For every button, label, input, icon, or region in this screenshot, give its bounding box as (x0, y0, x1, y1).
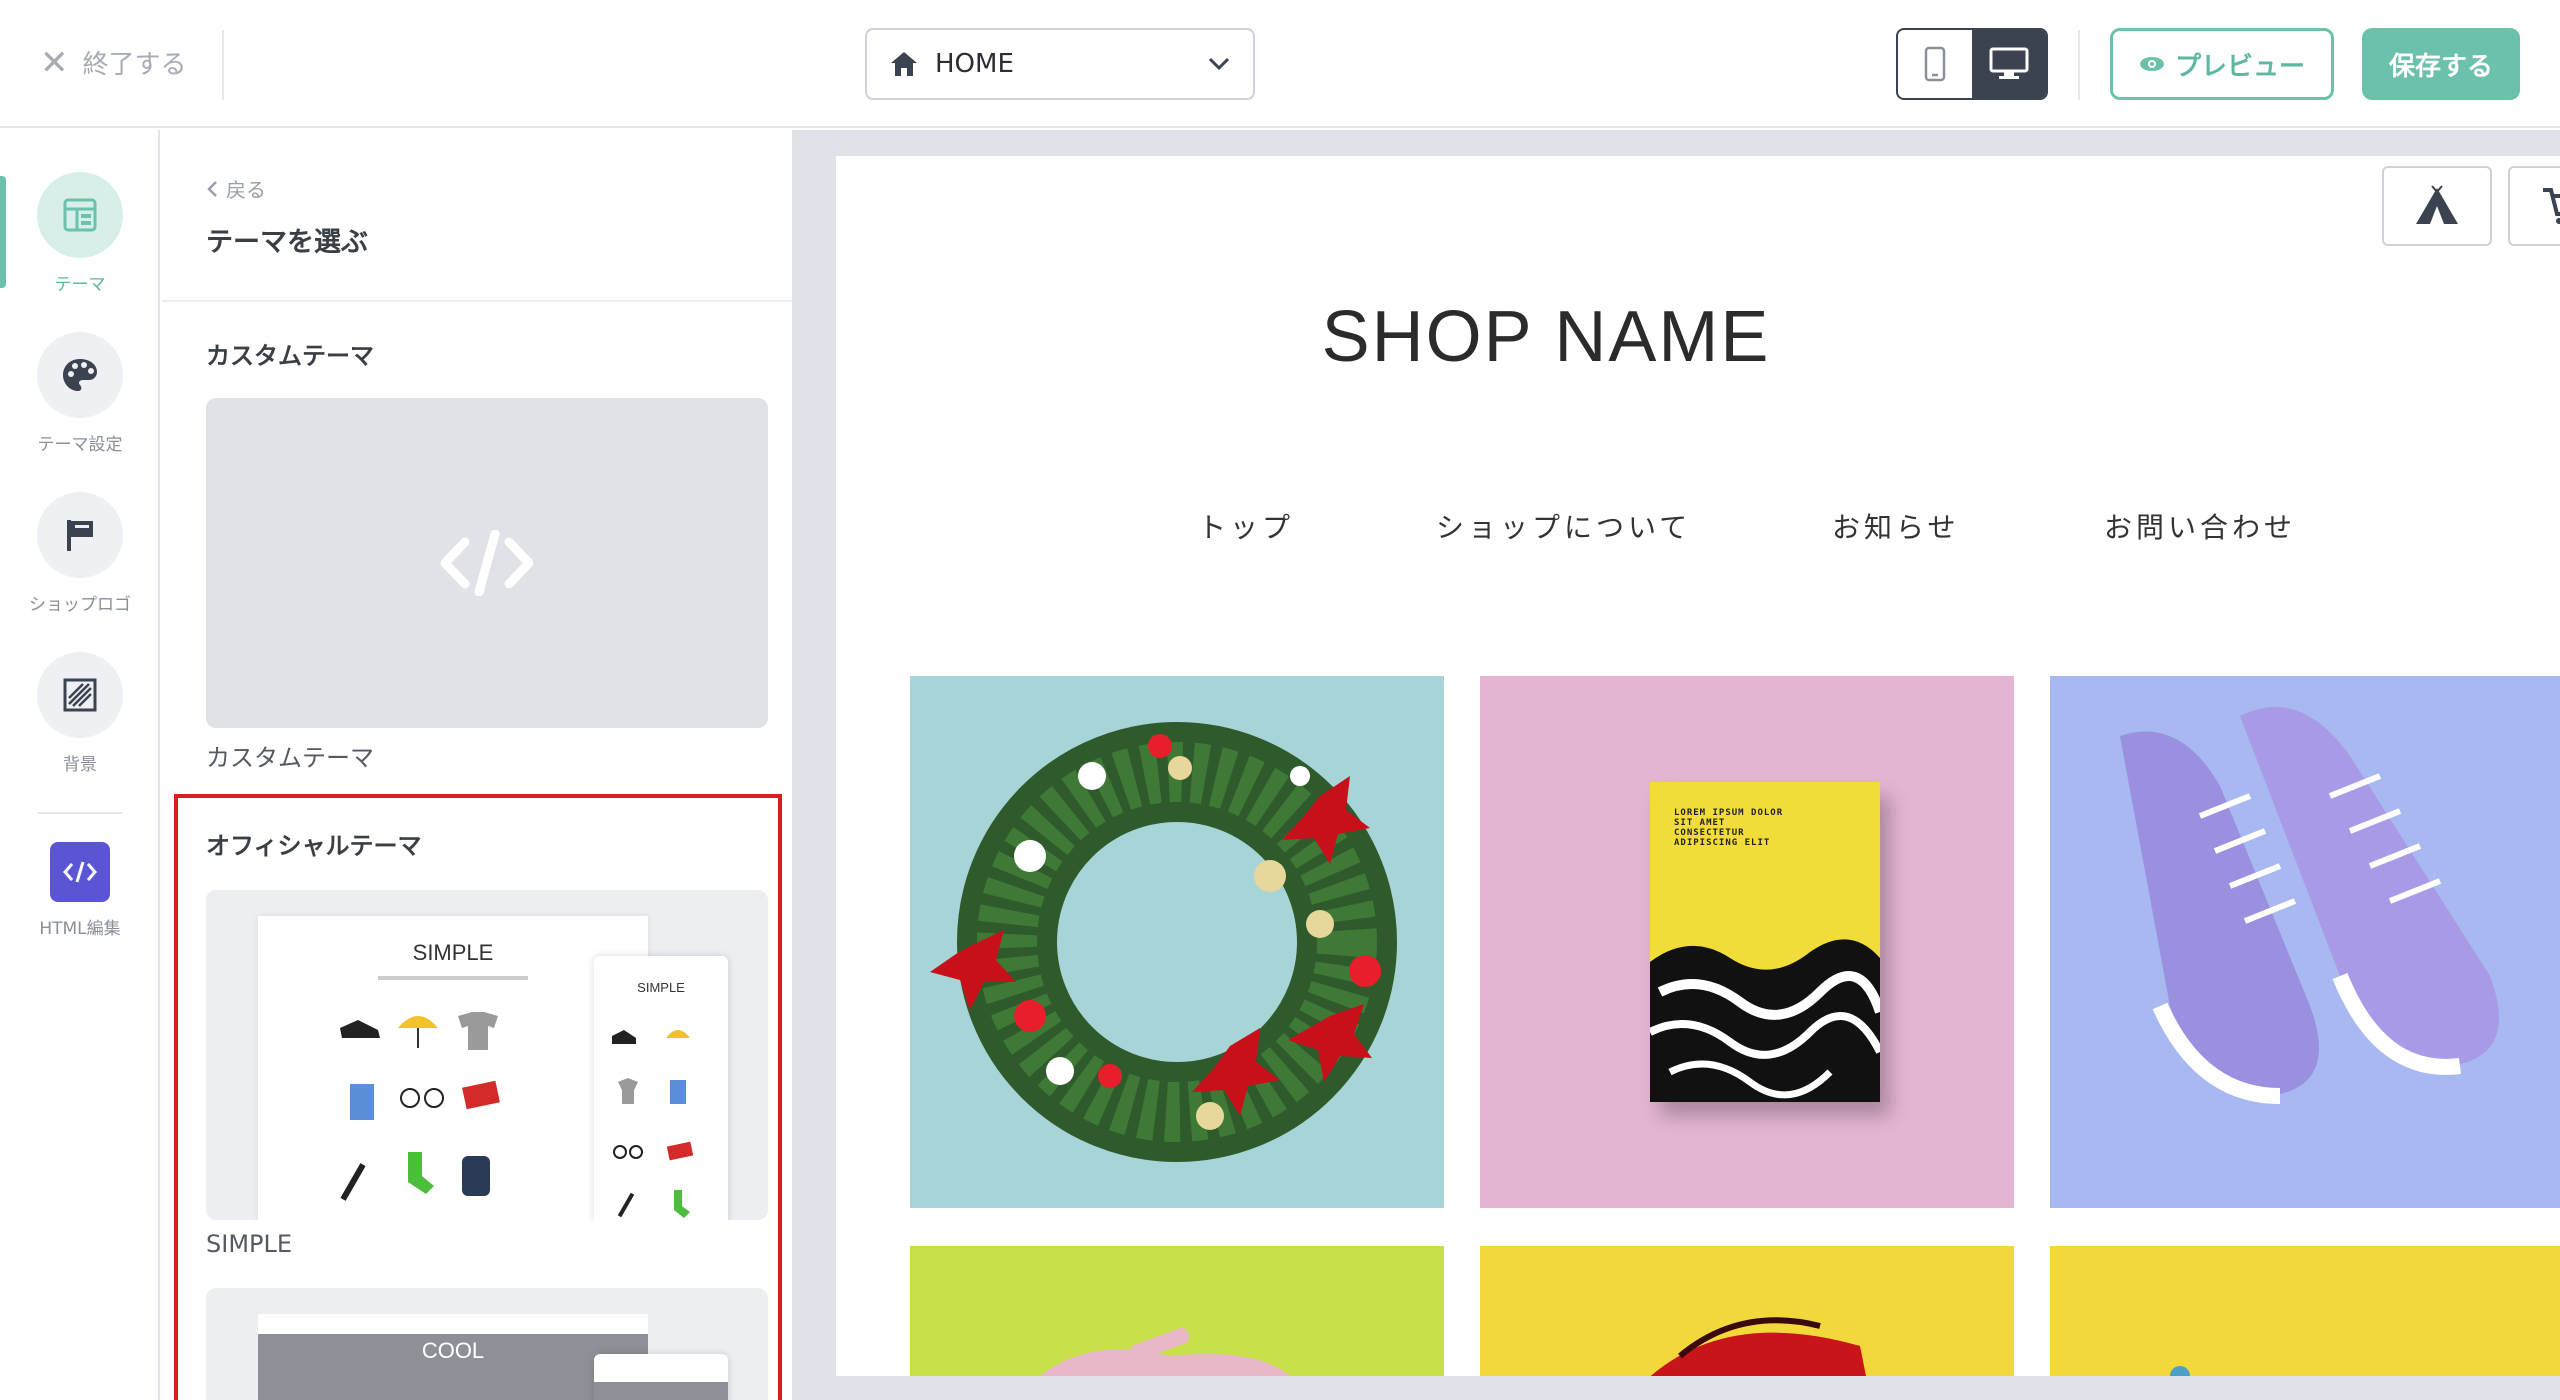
red-bag-image (1650, 1317, 1866, 1376)
sidebar-item-html-edit[interactable]: HTML編集 (0, 842, 160, 939)
code-icon (50, 842, 110, 902)
official-theme-heading: オフィシャルテーマ (206, 832, 422, 860)
layout-icon (37, 172, 123, 258)
theme-preview-title: SIMPLE (412, 940, 494, 965)
product-tile[interactable]: LOREM IPSUM DOLOR SIT AMET CONSECTETUR A… (1480, 676, 2014, 1208)
back-link[interactable]: 戻る (206, 174, 266, 203)
theme-preview-mobile-title: SIMPLE (637, 980, 685, 995)
desktop-view-button[interactable] (1972, 30, 2046, 98)
close-icon: ✕ (40, 42, 69, 83)
page-select-value: HOME (935, 49, 1014, 79)
shop-name: SHOP NAME (1321, 297, 1771, 377)
divider (38, 812, 122, 814)
palette-icon (37, 332, 123, 418)
sidebar-item-label: HTML編集 (39, 919, 121, 939)
divider (162, 300, 792, 302)
mobile-view-button[interactable] (1898, 30, 1972, 98)
cart-button[interactable] (2508, 166, 2560, 246)
wreath-image (930, 722, 1397, 1162)
custom-theme-heading: カスタムテーマ (206, 342, 374, 370)
divider (222, 30, 224, 100)
exit-label: 終了する (82, 50, 187, 80)
back-label: 戻る (226, 178, 266, 202)
store-preview: SHOP NAME トップ ショップについて お知らせ お問い合わせ LOREM… (836, 156, 2560, 1376)
chevron-left-icon (207, 180, 217, 197)
book-cover: LOREM IPSUM DOLOR SIT AMET CONSECTETUR A… (1650, 782, 1880, 1102)
sidebar-item-label: ショップロゴ (29, 595, 131, 615)
theme-preview-desktop: COOL (258, 1314, 648, 1400)
nav-item-top[interactable]: トップ (1198, 506, 1294, 546)
theme-panel: 戻る テーマを選ぶ カスタムテーマ カスタムテーマ オフィシャルテーマ SIMP… (162, 130, 806, 1400)
tent-icon (2416, 185, 2458, 224)
sidebar-item-label: 背景 (63, 755, 97, 775)
marble-pattern (1650, 939, 1880, 1102)
product-thumbnails (340, 976, 528, 1201)
save-button[interactable]: 保存する (2362, 28, 2520, 100)
code-icon (440, 530, 534, 596)
sidebar-item-theme-settings[interactable]: テーマ設定 (0, 332, 160, 455)
divider (2078, 30, 2080, 100)
theme-name-simple: SIMPLE (206, 1230, 293, 1258)
product-image (2170, 1366, 2190, 1376)
home-icon (891, 52, 917, 76)
product-thumbnails (612, 1030, 694, 1218)
page-select-dropdown[interactable]: HOME (865, 28, 1255, 100)
theme-preview-mobile (594, 1354, 728, 1400)
custom-theme-card[interactable] (206, 398, 768, 728)
preview-label: プレビュー (2174, 51, 2305, 82)
nav-item-news[interactable]: お知らせ (1832, 506, 1959, 546)
theme-preview-hero (594, 1382, 728, 1400)
product-tile[interactable] (1480, 1246, 2014, 1376)
sidebar-rail: テーマ テーマ設定 ショップロゴ 背景 HTML編集 (0, 130, 160, 1400)
eye-icon (2139, 57, 2164, 71)
product-tile[interactable] (2050, 1246, 2560, 1376)
sidebar-item-label: テーマ (54, 275, 106, 295)
panel-title: テーマを選ぶ (206, 227, 368, 258)
desktop-icon (1989, 47, 2029, 79)
tent-button[interactable] (2382, 166, 2492, 246)
sidebar-item-label: テーマ設定 (37, 435, 123, 455)
chevron-down-icon (1208, 57, 1230, 71)
theme-card-simple[interactable]: SIMPLE SIMPLE (206, 890, 768, 1220)
theme-preview-title: COOL (421, 1338, 485, 1363)
sneakers-image (2120, 707, 2499, 1104)
sidebar-item-theme[interactable]: テーマ (0, 172, 160, 295)
nav-item-contact[interactable]: お問い合わせ (2104, 506, 2296, 546)
pattern-icon (37, 652, 123, 738)
smartphone-icon (1924, 46, 1946, 82)
sidebar-item-background[interactable]: 背景 (0, 652, 160, 775)
product-tile[interactable] (910, 1246, 1444, 1376)
product-tile[interactable] (910, 676, 1444, 1208)
cart-icon (2543, 188, 2560, 224)
exit-button[interactable]: ✕ 終了する (40, 44, 187, 81)
sidebar-item-shop-logo[interactable]: ショップロゴ (0, 492, 160, 615)
book-text: LOREM IPSUM DOLOR SIT AMET CONSECTETUR A… (1674, 808, 1784, 848)
nav-item-about[interactable]: ショップについて (1436, 506, 1691, 546)
theme-card-cool[interactable]: COOL (206, 1288, 768, 1400)
flag-icon (37, 492, 123, 578)
device-toggle (1896, 28, 2048, 100)
top-toolbar: ✕ 終了する HOME プレビュー 保存する (0, 0, 2560, 128)
product-tile[interactable] (2050, 676, 2560, 1208)
custom-theme-caption: カスタムテーマ (206, 744, 374, 772)
preview-button[interactable]: プレビュー (2110, 28, 2334, 100)
theme-preview-mobile: SIMPLE (594, 956, 728, 1220)
bag-image (1040, 1327, 1291, 1376)
theme-preview-desktop: SIMPLE (258, 916, 648, 1220)
